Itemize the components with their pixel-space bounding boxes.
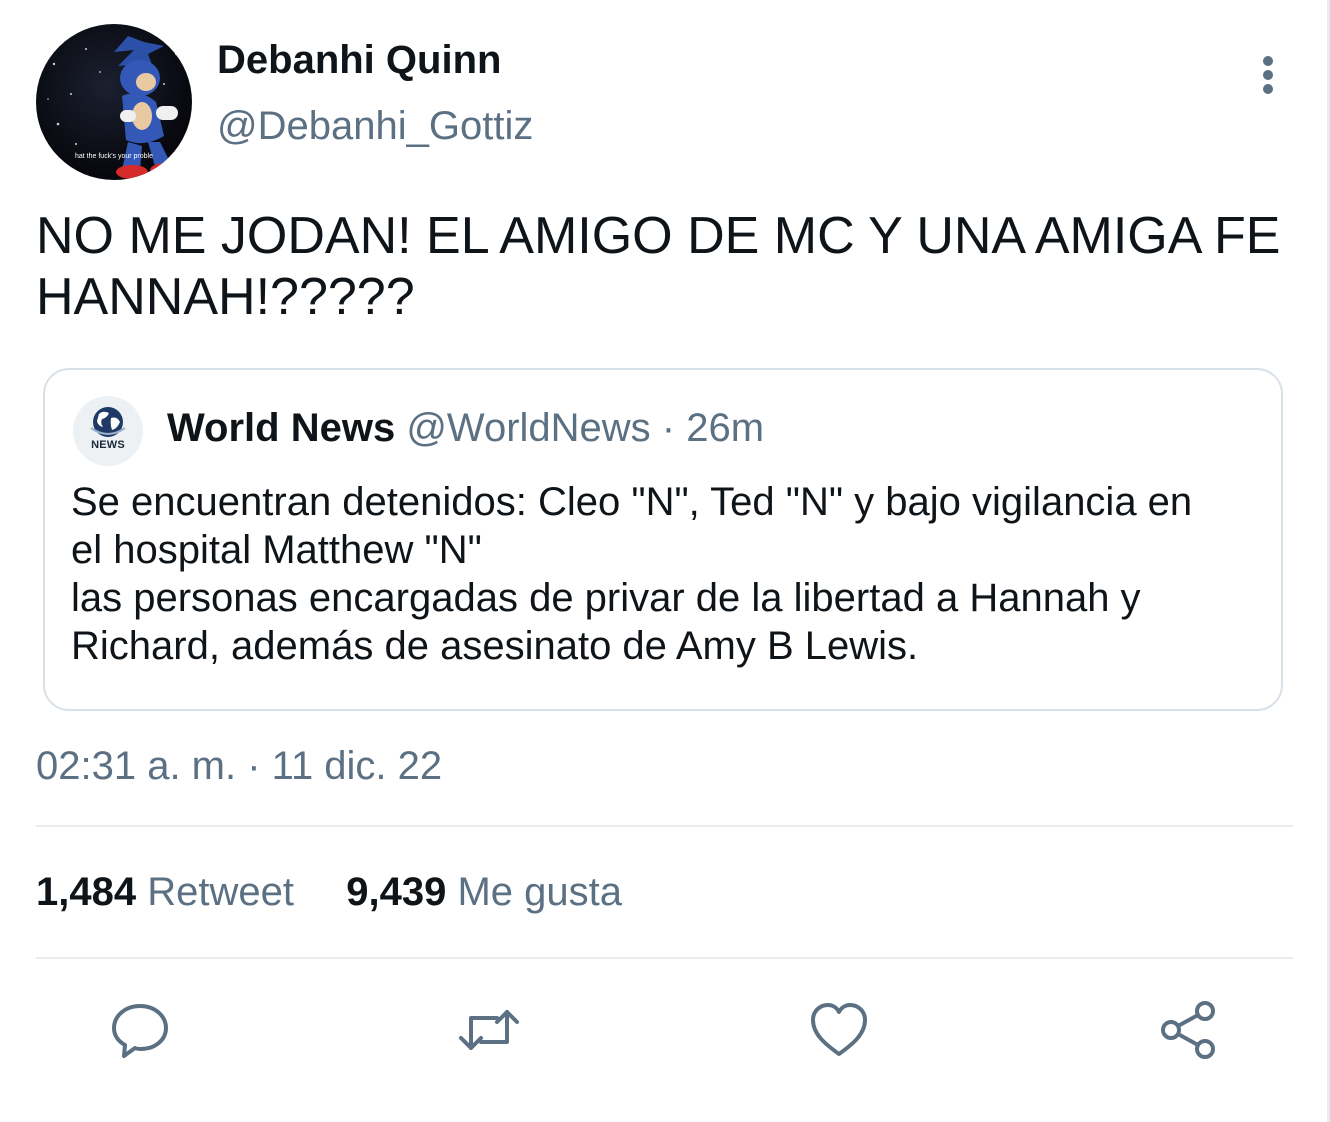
like-button[interactable] — [807, 998, 871, 1062]
tweet-detail: hat the fuck's your proble Debanhi Quinn… — [0, 0, 1327, 1122]
reply-icon — [112, 1004, 168, 1058]
likes-label: Me gusta — [457, 870, 622, 914]
author-handle[interactable]: @Debanhi_Gottiz — [217, 104, 533, 149]
avatar-caption: hat the fuck's your proble — [75, 153, 153, 160]
quoted-header: World News @WorldNews · 26m — [167, 406, 764, 451]
quoted-text-line: las personas encargadas de privar de la … — [71, 576, 1141, 620]
quoted-text-line: el hospital Matthew "N" — [71, 528, 482, 572]
reply-button[interactable] — [108, 998, 172, 1062]
quoted-avatar[interactable]: NEWS — [73, 396, 143, 466]
likes-stat[interactable]: 9,439 Me gusta — [346, 870, 622, 914]
more-vertical-icon[interactable] — [1248, 52, 1288, 98]
divider — [36, 825, 1293, 827]
share-icon — [1161, 1001, 1215, 1059]
avatar-image: hat the fuck's your proble — [47, 36, 182, 179]
quoted-time: · 26m — [661, 406, 765, 450]
likes-count: 9,439 — [346, 870, 447, 914]
share-button[interactable] — [1157, 998, 1221, 1062]
retweets-stat[interactable]: 1,484 Retweet — [36, 870, 305, 914]
retweets-count: 1,484 — [36, 870, 137, 914]
quoted-author-handle[interactable]: @WorldNews — [406, 406, 650, 450]
globe-icon — [90, 407, 126, 437]
quoted-author-name[interactable]: World News — [167, 406, 395, 450]
heart-icon — [811, 1003, 867, 1056]
quoted-text-line: Se encuentran detenidos: Cleo "N", Ted "… — [71, 480, 1193, 524]
author-name[interactable]: Debanhi Quinn — [217, 38, 501, 83]
tweet-text: NO ME JODAN! EL AMIGO DE MC Y UNA AMIGA … — [36, 207, 1281, 326]
retweet-icon — [459, 1010, 519, 1050]
tweet-stats: 1,484 Retweet 9,439 Me gusta — [36, 870, 622, 915]
quoted-text-line: Richard, además de asesinato de Amy B Le… — [71, 624, 919, 668]
quoted-tweet-card[interactable]: NEWS World News @WorldNews · 26m Se encu… — [43, 368, 1283, 711]
tweet-timestamp[interactable]: 02:31 a. m. · 11 dic. 22 — [36, 744, 442, 789]
retweets-label: Retweet — [147, 870, 294, 914]
news-label: NEWS — [91, 439, 125, 451]
quoted-text: Se encuentran detenidos: Cleo "N", Ted "… — [71, 478, 1261, 670]
divider — [36, 957, 1293, 959]
retweet-button[interactable] — [457, 998, 521, 1062]
author-avatar[interactable]: hat the fuck's your proble — [36, 24, 192, 180]
